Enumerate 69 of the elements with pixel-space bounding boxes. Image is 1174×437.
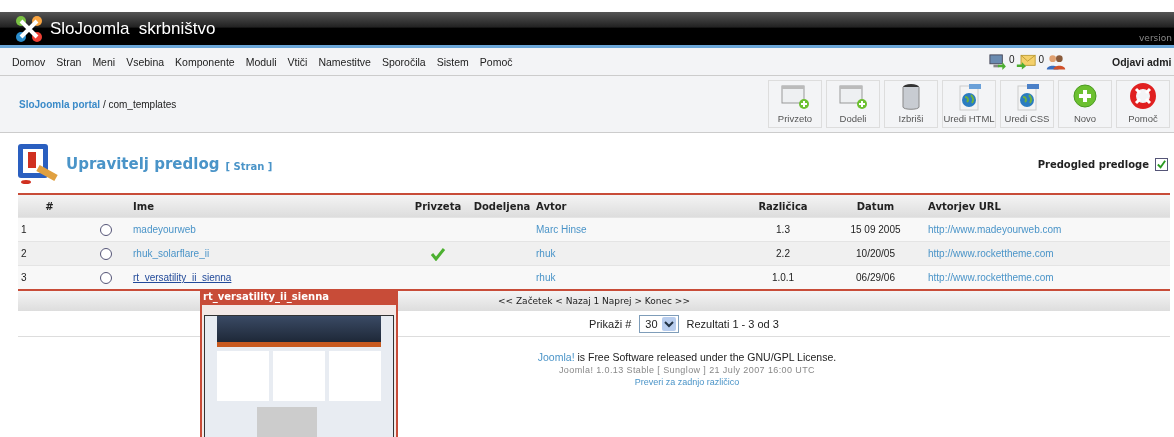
table-cell-text: 06/29/06 [855,272,896,283]
table-cell-text: 1.0.1 [770,272,796,283]
breadcrumb: SloJoomla portal / com_templates [19,98,178,110]
page-subtitle: [ Stran ] [225,160,273,172]
template-name-link[interactable]: rt_versatility_ii_sienna [133,272,232,283]
logo-icon [14,13,44,44]
limit-select[interactable]: 30 [639,314,679,333]
row-number: 3 [20,272,28,283]
status-count: 0 [1008,54,1015,65]
menu-item[interactable]: Stran [56,55,82,68]
column-header: Datum [855,200,896,212]
column-header: Različica [757,200,809,212]
toolbar-button[interactable]: Uredi HTML [942,80,996,128]
monitor-icon[interactable] [986,53,1007,70]
envelope-icon[interactable] [1016,53,1037,70]
pagination-links[interactable]: << Začetek < Nazaj 1 Naprej > Konec >> [498,296,690,306]
column-header: # [44,200,55,212]
toolbar-button[interactable]: Izbriši [884,80,938,128]
table-row[interactable]: 1 madeyourweb Marc Hinse 1.3 15 09 2005 http://www.madeyourweb.com [18,217,1170,241]
column-header: Dodeljena [472,200,532,212]
column-header: Ime [133,200,155,212]
window-add-icon [780,83,810,111]
check-version-link[interactable]: Preveri za zadnjo različico [634,377,740,387]
site-title: SloJoomla skrbništvo [50,18,216,39]
radio-button[interactable] [99,271,112,284]
users-icon[interactable] [1046,53,1066,70]
toolbar-button[interactable]: Privzeto [768,80,822,128]
preview-label: Predogled predloge [1037,158,1149,170]
menu-item[interactable]: Sporočila [381,55,426,68]
column-header: Avtorjev URL [928,200,1002,212]
menu-item[interactable]: Namestitve [318,55,371,68]
license-text: Joomla! is Free Software released under the GNU/GPL License. [537,351,837,363]
plus-icon [1070,83,1100,111]
menu-item[interactable]: Pomoč [479,55,513,68]
version-label: version [1139,33,1172,43]
menu-item[interactable]: Moduli [245,55,277,68]
preview-checkbox[interactable] [1155,157,1168,171]
lifebuoy-icon [1128,83,1158,111]
column-header: Avtor [536,200,568,212]
results-count: Rezultati 1 - 3 od 3 [686,317,779,330]
logout-link[interactable]: Odjavi admi [1112,55,1174,68]
table-cell-text: 10/20/05 [855,248,896,259]
column-header: Privzeta [413,200,463,212]
status-count: 0 [1038,54,1044,65]
limit-label: Prikaži # [589,317,632,330]
page-title: Upravitelj predlog [66,155,220,173]
tooltip-title: rt_versatility_ii_sienna [202,290,330,305]
radio-button[interactable] [99,223,112,236]
version-text: Joomla! 1.0.13 Stable [ Sunglow ] 21 July 2007 16:00 UTC [558,365,815,375]
table-row[interactable]: 3 rt_versatility_ii_sienna rhuk 1.0.1 06/29/06 http://www.rockettheme.com [18,265,1170,289]
menu-item[interactable]: Sistem [436,55,469,68]
table-cell-text: 2.2 [775,248,791,259]
menu-item[interactable]: Domov [12,55,46,68]
menu-item[interactable]: Meni [92,55,116,68]
table-cell-text: 1.3 [775,224,791,235]
row-number: 1 [20,224,28,235]
table-row[interactable]: 2 rhuk_solarflare_ii rhuk 2.2 10/20/05 http://www.rockettheme.com [18,241,1170,265]
toolbar-button[interactable]: Uredi CSS [1000,80,1054,128]
joomla-link[interactable]: Joomla! [537,351,575,363]
menu-item[interactable]: Vsebina [126,55,165,68]
radio-button[interactable] [99,247,112,260]
table-cell-text: 15 09 2005 [849,224,902,235]
toolbar-button[interactable]: Dodeli [826,80,880,128]
row-number: 2 [20,248,28,259]
menu-item[interactable]: Vtiči [287,55,308,68]
toolbar-button[interactable]: Novo [1058,80,1112,128]
toolbar-button[interactable]: Pomoč [1116,80,1170,128]
menu-item[interactable]: Komponente [175,55,235,68]
window-add-icon [838,83,868,111]
